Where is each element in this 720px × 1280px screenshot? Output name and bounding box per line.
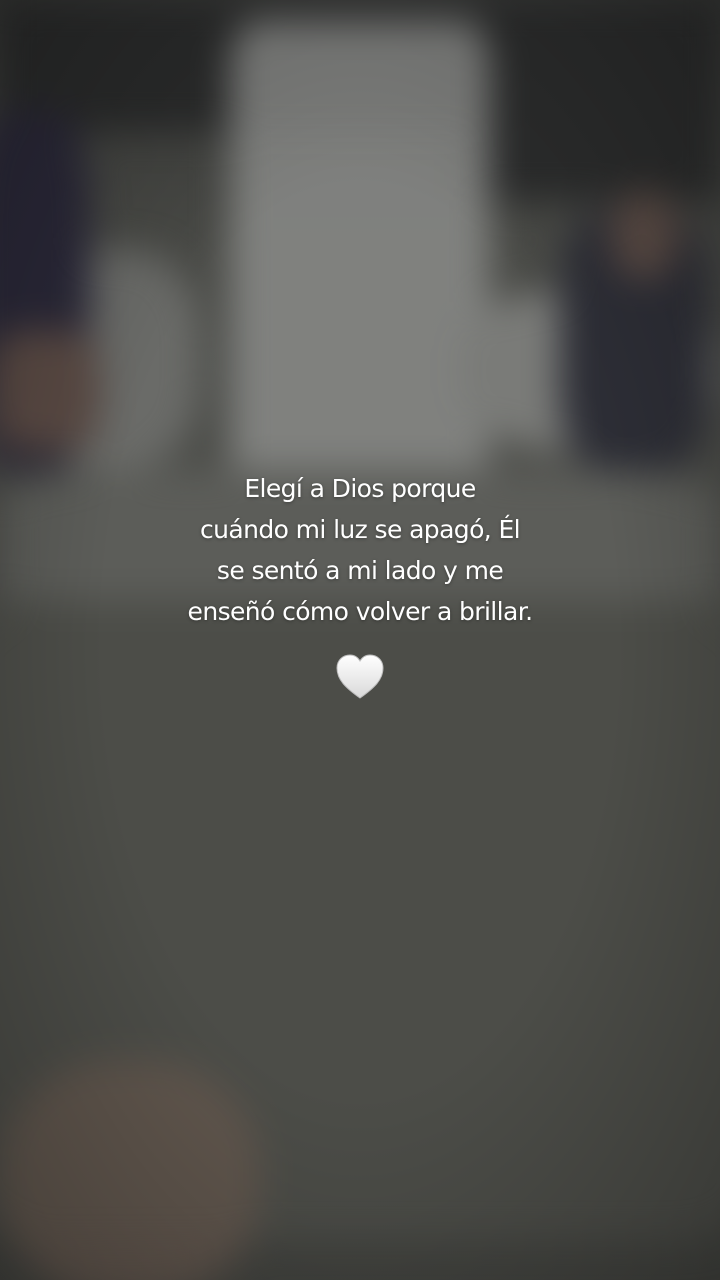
caption-line: Elegí a Dios porque: [244, 474, 476, 503]
vignette-overlay: [0, 0, 720, 1280]
caption-line: se sentó a mi lado y me: [216, 556, 504, 585]
caption-line: enseñó cómo volver a brillar.: [187, 597, 534, 626]
caption-line: cuándo mi luz se apagó, Él: [199, 515, 521, 544]
story-frame: Elegí a Dios porque cuándo mi luz se apa…: [0, 0, 720, 1280]
white-heart-icon: [336, 654, 384, 699]
caption-text: Elegí a Dios porque cuándo mi luz se apa…: [110, 468, 610, 632]
